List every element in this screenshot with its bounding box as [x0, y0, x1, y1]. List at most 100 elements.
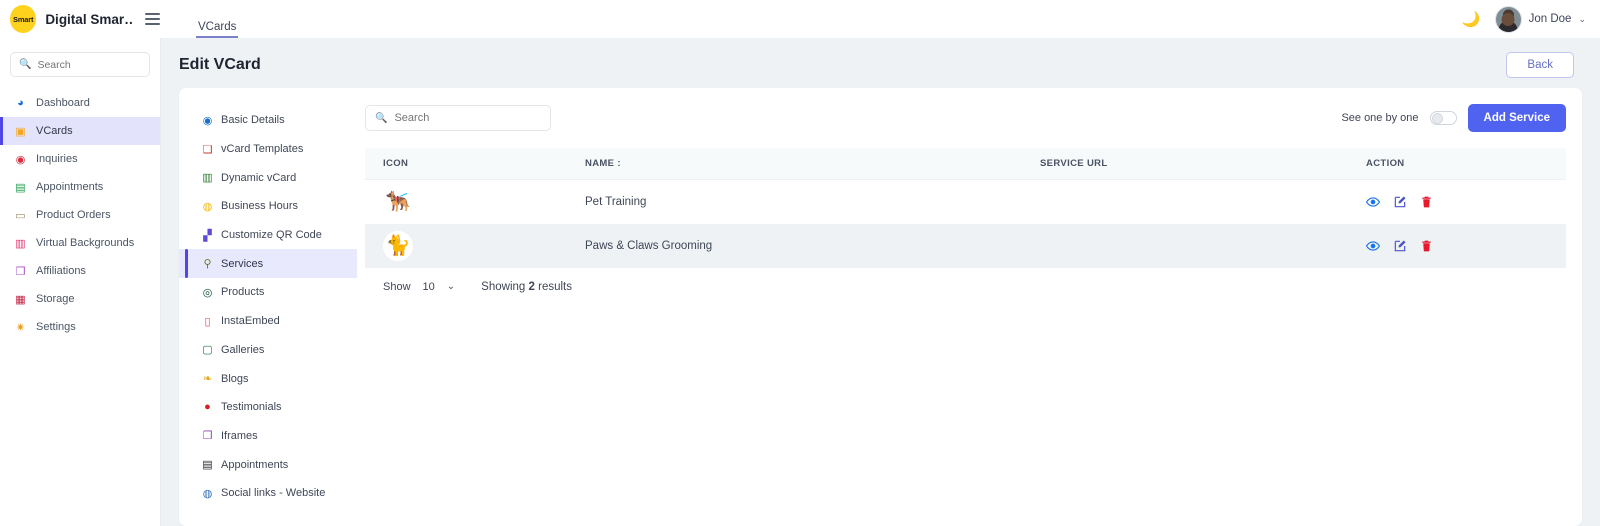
storage-icon: ▦	[15, 293, 26, 306]
column-header-icon: ICON	[365, 148, 585, 180]
subnav-item-instaembed[interactable]: ▯ InstaEmbed	[179, 307, 357, 336]
blogs-icon: ❧	[202, 373, 213, 386]
search-input[interactable]	[394, 112, 541, 124]
search-icon: 🔍	[375, 112, 388, 124]
top-nav: VCards	[196, 0, 239, 38]
instaembed-icon: ▯	[204, 315, 211, 328]
subnav-item-social-links-website[interactable]: ◍ Social links - Website	[179, 479, 357, 508]
top-bar: Smart Digital Smar… VCards 🌙 Jon Doe ⌄	[0, 0, 1600, 38]
delete-icon[interactable]	[1420, 239, 1433, 253]
showing-prefix: Showing	[481, 280, 526, 293]
sidebar-item-label: VCards	[36, 125, 73, 137]
subnav-item-label: Basic Details	[221, 114, 285, 127]
sidebar-search[interactable]: 🔍	[10, 52, 150, 77]
subnav-item-label: Services	[221, 257, 264, 270]
search-input[interactable]	[37, 58, 141, 71]
subnav-item-customize-qr-code[interactable]: ▞ Customize QR Code	[179, 221, 357, 250]
subnav-item-label: Iframes	[221, 429, 258, 442]
see-one-by-one-toggle[interactable]	[1429, 111, 1457, 125]
sidebar-item-storage[interactable]: ▦ Storage	[0, 285, 160, 313]
brand-name: Digital Smar…	[45, 11, 132, 27]
business-hours-icon: ◍	[202, 200, 213, 213]
tab-vcards[interactable]: VCards	[196, 21, 239, 38]
results-count: Showing 2 results	[481, 281, 572, 293]
subnav-item-iframes[interactable]: ❐ Iframes	[179, 422, 357, 451]
galleries-icon: ▢	[202, 344, 213, 357]
sidebar-item-affiliations[interactable]: ❒ Affiliations	[0, 257, 160, 285]
vcards-icon: ▣	[15, 125, 26, 138]
subnav-item-galleries[interactable]: ▢ Galleries	[179, 336, 357, 365]
subnav-item-blogs[interactable]: ❧ Blogs	[179, 364, 357, 393]
top-bar-right: 🌙 Jon Doe ⌄	[1462, 5, 1586, 33]
view-icon[interactable]	[1366, 195, 1380, 209]
paws-claws-grooming-thumbnail: 🐈	[383, 230, 413, 261]
subnav-item-vcard-templates[interactable]: ❏ vCard Templates	[179, 135, 357, 164]
cell-action	[1366, 224, 1566, 268]
edit-icon[interactable]	[1393, 195, 1407, 209]
subnav-item-appointments[interactable]: ▤ Appointments	[179, 450, 357, 479]
subnav-item-label: Social links - Website	[221, 487, 326, 500]
subnav-item-label: Customize QR Code	[221, 229, 322, 242]
sidebar-item-virtual-backgrounds[interactable]: ▥ Virtual Backgrounds	[0, 229, 160, 257]
edit-icon[interactable]	[1393, 239, 1407, 253]
sidebar-item-label: Affiliations	[36, 265, 86, 277]
column-header-name[interactable]: NAME :	[585, 148, 1040, 180]
delete-icon[interactable]	[1420, 195, 1433, 209]
back-button[interactable]: Back	[1506, 52, 1574, 78]
subnav-item-basic-details[interactable]: ◉ Basic Details	[179, 106, 357, 135]
page-header: Edit VCard Back	[161, 38, 1600, 88]
column-header-service-url: SERVICE URL	[1040, 148, 1366, 180]
sidebar-nav: ◕ Dashboard ▣ VCards ◉ Inquiries ▤ Appointments…	[0, 89, 160, 341]
row-actions	[1366, 195, 1566, 209]
content-card: ◉ Basic Details ❏ vCard Templates ▥ Dynamic v…	[179, 88, 1582, 526]
services-search[interactable]: 🔍	[365, 105, 551, 131]
cell-icon: 🐕‍🦺	[365, 180, 585, 224]
subnav-item-business-hours[interactable]: ◍ Business Hours	[179, 192, 357, 221]
subnav-item-services[interactable]: ⚲ Services	[179, 249, 357, 279]
cell-icon: 🐈	[365, 224, 585, 268]
sidebar-item-vcards[interactable]: ▣ VCards	[0, 117, 160, 145]
social-links-website-icon: ◍	[202, 487, 213, 500]
see-one-by-one-label: See one by one	[1341, 112, 1419, 124]
moon-icon[interactable]: 🌙	[1462, 12, 1481, 27]
testimonials-icon: ●	[204, 401, 211, 414]
sidebar-item-settings[interactable]: ✷ Settings	[0, 313, 160, 341]
subnav-item-products[interactable]: ◎ Products	[179, 278, 357, 307]
iframes-icon: ❐	[202, 430, 213, 443]
hamburger-icon[interactable]	[145, 13, 160, 25]
sidebar-item-label: Virtual Backgrounds	[36, 237, 135, 249]
subnav-item-dynamic-vcard[interactable]: ▥ Dynamic vCard	[179, 163, 357, 192]
add-service-button[interactable]: Add Service	[1467, 104, 1566, 132]
sidebar-item-appointments[interactable]: ▤ Appointments	[0, 173, 160, 201]
dynamic-vcard-icon: ▥	[202, 172, 213, 185]
brand: Smart Digital Smar…	[10, 5, 160, 33]
sidebar-item-label: Appointments	[36, 181, 104, 193]
subnav-item-label: Products	[221, 286, 265, 299]
pet-training-thumbnail: 🐕‍🦺	[383, 186, 413, 217]
sidebar-item-product-orders[interactable]: ▭ Product Orders	[0, 201, 160, 229]
user-menu[interactable]: Jon Doe ⌄	[1494, 5, 1586, 33]
sidebar-item-label: Storage	[36, 293, 75, 305]
cell-name: Paws & Claws Grooming	[585, 239, 713, 252]
view-icon[interactable]	[1366, 239, 1380, 253]
showing-suffix: results	[538, 280, 572, 293]
subnav-item-label: Business Hours	[221, 200, 299, 213]
page-title: Edit VCard	[179, 56, 261, 73]
main-content: Edit VCard Back ◉ Basic Details ❏ vCard Tem…	[161, 38, 1600, 526]
sidebar-item-label: Dashboard	[36, 97, 90, 109]
sidebar: 🔍 ◕ Dashboard ▣ VCards ◉ Inquiries ▤ Appointmen…	[0, 38, 161, 526]
sidebar-item-label: Settings	[36, 321, 76, 333]
appointments-icon: ▤	[15, 181, 26, 194]
subnav-item-label: vCard Templates	[221, 143, 304, 156]
app-shell: 🔍 ◕ Dashboard ▣ VCards ◉ Inquiries ▤ Appointmen…	[0, 38, 1600, 526]
customize-qr-code-icon: ▞	[203, 229, 212, 242]
subnav-item-testimonials[interactable]: ● Testimonials	[179, 393, 357, 422]
row-actions	[1366, 239, 1566, 253]
sidebar-item-inquiries[interactable]: ◉ Inquiries	[0, 145, 160, 173]
sidebar-item-dashboard[interactable]: ◕ Dashboard	[0, 89, 160, 117]
affiliations-icon: ❒	[15, 265, 26, 278]
subnav-item-label: Testimonials	[221, 401, 282, 414]
appointments-icon: ▤	[202, 459, 213, 472]
services-toolbar: 🔍 See one by one Add Service	[365, 104, 1566, 132]
page-size-selector[interactable]: Show 10 ⌄	[383, 281, 455, 293]
